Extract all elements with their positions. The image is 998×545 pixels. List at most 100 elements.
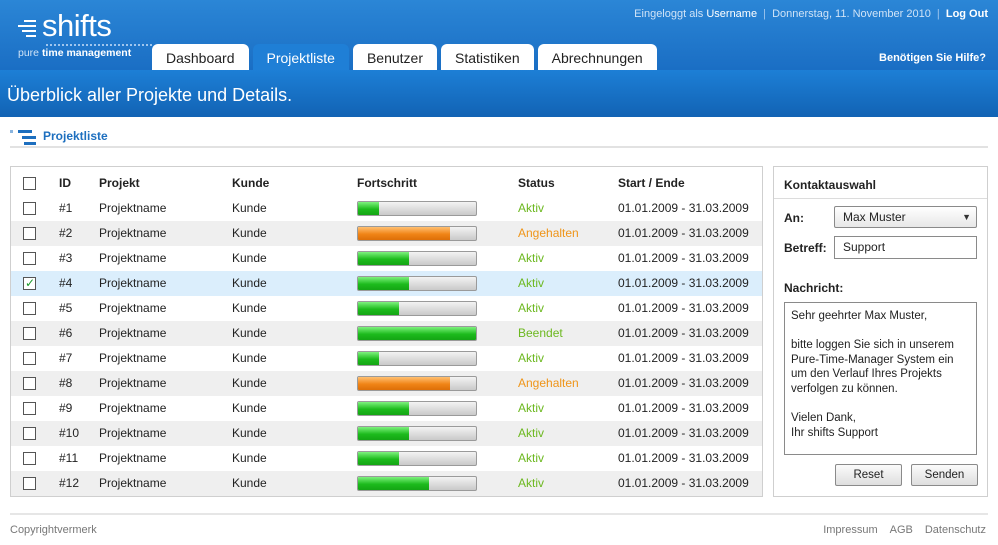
progress-fill — [358, 252, 409, 265]
row-checkbox[interactable] — [23, 275, 36, 291]
project-name[interactable]: Projektname — [99, 296, 166, 321]
customer-name: Kunde — [232, 401, 267, 415]
row-checkbox[interactable] — [23, 352, 36, 365]
progress-bar — [357, 251, 477, 266]
recipient-select[interactable]: Max Muster ▼ — [834, 206, 977, 228]
project-name[interactable]: Projektname — [99, 321, 166, 346]
date-range: 01.01.2009 - 31.03.2009 — [618, 476, 749, 490]
project-name[interactable]: Projektname — [99, 271, 166, 296]
reset-button[interactable]: Reset — [835, 464, 902, 486]
table-row[interactable]: #10 Projektname Kunde Aktiv 01.01.2009 - 31.… — [11, 421, 762, 446]
progress-fill — [358, 302, 400, 315]
progress-bar — [357, 401, 477, 416]
tab-dashboard[interactable]: Dashboard — [152, 44, 249, 70]
row-id: #11 — [59, 451, 79, 465]
project-name[interactable]: Projektname — [99, 346, 166, 371]
section-title: Projektliste — [43, 129, 108, 143]
progress-bar — [357, 426, 477, 441]
row-id: #1 — [59, 201, 73, 215]
project-name[interactable]: Projektname — [99, 421, 166, 446]
customer-name: Kunde — [232, 351, 267, 365]
progress-fill — [358, 452, 400, 465]
customer-name: Kunde — [232, 251, 267, 265]
table-row[interactable]: #2 Projektname Kunde Angehalten 01.01.2009 -… — [11, 221, 762, 246]
message-textarea[interactable]: Sehr geehrter Max Muster, bitte loggen S… — [784, 302, 977, 455]
app-header: shifts pure time management Eingeloggt a… — [0, 0, 998, 70]
row-checkbox[interactable] — [23, 227, 36, 240]
status-label: Aktiv — [518, 251, 545, 265]
username-link[interactable]: Username — [706, 8, 757, 20]
help-link[interactable]: Benötigen Sie Hilfe? — [879, 52, 986, 64]
divider — [774, 198, 987, 199]
status-label: Aktiv — [518, 426, 545, 440]
date-range: 01.01.2009 - 31.03.2009 — [618, 276, 749, 290]
date-range: 01.01.2009 - 31.03.2009 — [618, 401, 749, 415]
logout-link[interactable]: Log Out — [946, 8, 988, 20]
row-id: #6 — [59, 326, 73, 340]
column-header-progress[interactable]: Fortschritt — [357, 171, 417, 196]
row-checkbox[interactable] — [23, 452, 36, 465]
progress-bar — [357, 276, 477, 291]
customer-name: Kunde — [232, 226, 267, 240]
tab-statistiken[interactable]: Statistiken — [441, 44, 534, 70]
tab-projektliste[interactable]: Projektliste — [252, 44, 349, 70]
status-label: Angehalten — [518, 376, 579, 390]
shifts-logo[interactable]: shifts pure time management — [18, 8, 152, 62]
table-row[interactable]: #12 Projektname Kunde Aktiv 01.01.2009 - 31.… — [11, 471, 762, 496]
progress-fill — [358, 202, 380, 215]
date-range: 01.01.2009 - 31.03.2009 — [618, 226, 749, 240]
select-all-checkbox[interactable] — [23, 177, 36, 190]
table-row[interactable]: #8 Projektname Kunde Angehalten 01.01.2009 -… — [11, 371, 762, 396]
status-label: Angehalten — [518, 226, 579, 240]
project-name[interactable]: Projektname — [99, 371, 166, 396]
date-range: 01.01.2009 - 31.03.2009 — [618, 301, 749, 315]
separator: | — [936, 8, 940, 20]
copyright-text: Copyrightvermerk — [10, 524, 97, 536]
project-name[interactable]: Projektname — [99, 246, 166, 271]
row-checkbox[interactable] — [23, 477, 36, 490]
footer-link-impressum[interactable]: Impressum — [823, 524, 877, 536]
row-checkbox[interactable] — [23, 402, 36, 415]
project-table: ID Projekt Kunde Fortschritt Status Star… — [10, 166, 763, 497]
table-row[interactable]: #5 Projektname Kunde Aktiv 01.01.2009 - 31.0… — [11, 296, 762, 321]
table-row[interactable]: #9 Projektname Kunde Aktiv 01.01.2009 - 31.0… — [11, 396, 762, 421]
footer-link-datenschutz[interactable]: Datenschutz — [925, 524, 986, 536]
project-name[interactable]: Projektname — [99, 221, 166, 246]
column-header-id[interactable]: ID — [59, 171, 71, 196]
column-header-customer[interactable]: Kunde — [232, 171, 269, 196]
table-row[interactable]: #11 Projektname Kunde Aktiv 01.01.2009 - 31.… — [11, 446, 762, 471]
subject-input[interactable]: Support — [834, 236, 977, 259]
project-name[interactable]: Projektname — [99, 471, 166, 496]
logo-dots — [46, 44, 152, 46]
table-row[interactable]: #6 Projektname Kunde Beendet 01.01.2009 - 31… — [11, 321, 762, 346]
status-label: Aktiv — [518, 351, 545, 365]
column-header-dates[interactable]: Start / Ende — [618, 171, 685, 196]
row-checkbox[interactable] — [23, 327, 36, 340]
table-row[interactable]: #7 Projektname Kunde Aktiv 01.01.2009 - 31.0… — [11, 346, 762, 371]
progress-bar — [357, 201, 477, 216]
send-button[interactable]: Senden — [911, 464, 978, 486]
column-header-status[interactable]: Status — [518, 171, 555, 196]
row-checkbox[interactable] — [23, 252, 36, 265]
table-row[interactable]: #3 Projektname Kunde Aktiv 01.01.2009 - 31.0… — [11, 246, 762, 271]
tab-benutzer[interactable]: Benutzer — [352, 44, 438, 70]
progress-bar — [357, 226, 477, 241]
customer-name: Kunde — [232, 326, 267, 340]
table-row[interactable]: #4 Projektname Kunde Aktiv 01.01.2009 - 31.0… — [11, 271, 762, 296]
project-name[interactable]: Projektname — [99, 396, 166, 421]
tab-abrechnungen[interactable]: Abrechnungen — [537, 44, 657, 70]
column-header-project[interactable]: Projekt — [99, 171, 140, 196]
date-range: 01.01.2009 - 31.03.2009 — [618, 326, 749, 340]
recipient-label: An: — [784, 211, 804, 225]
row-checkbox[interactable] — [23, 302, 36, 315]
project-name[interactable]: Projektname — [99, 446, 166, 471]
contact-panel: Kontaktauswahl An: Max Muster ▼ Betreff:… — [773, 166, 988, 497]
row-checkbox[interactable] — [23, 427, 36, 440]
row-checkbox[interactable] — [23, 202, 36, 215]
row-checkbox[interactable] — [23, 377, 36, 390]
table-row[interactable]: #1 Projektname Kunde Aktiv 01.01.2009 - 31.0… — [11, 196, 762, 221]
footer-link-agb[interactable]: AGB — [890, 524, 913, 536]
project-name[interactable]: Projektname — [99, 196, 166, 221]
progress-bar — [357, 376, 477, 391]
page-title: Überblick aller Projekte und Details. — [7, 85, 293, 105]
